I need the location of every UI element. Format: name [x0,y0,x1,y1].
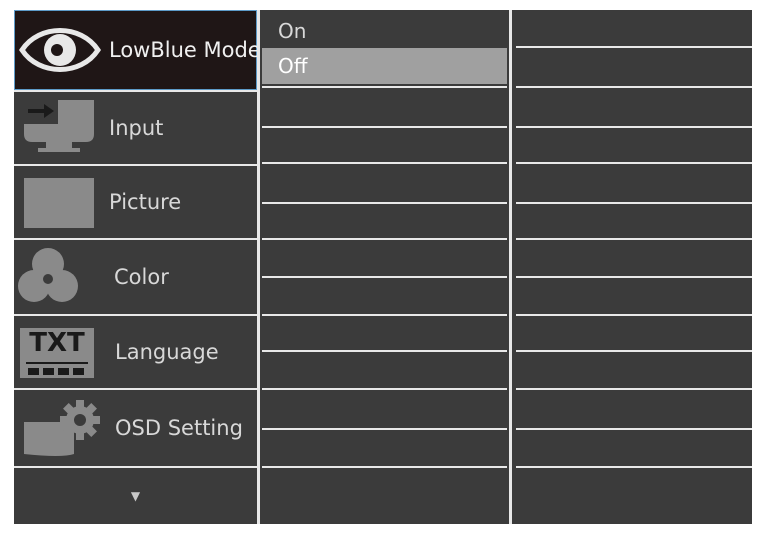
eye-icon [19,28,101,72]
language-icon: TXT [20,328,94,378]
chevron-down-icon: ▼ [130,489,141,503]
menu-item-input[interactable]: Input [14,92,257,164]
option-label: Off [278,54,308,78]
menu-item-lowblue-mode[interactable]: LowBlue Mode [14,10,261,90]
divider [516,202,752,204]
gear-icon [24,400,100,456]
menu-scroll-down[interactable]: ▼ [14,468,257,524]
option-on[interactable]: On [260,13,509,49]
divider [262,86,507,88]
divider [262,428,507,430]
divider [516,276,752,278]
divider [262,276,507,278]
divider [262,238,507,240]
menu-item-label: OSD Setting [115,416,243,440]
divider [516,428,752,430]
divider [262,350,507,352]
option-off[interactable]: Off [262,48,507,84]
menu-item-label: Picture [109,190,182,214]
divider [516,86,752,88]
divider [262,314,507,316]
language-icon-text: TXT [29,328,85,358]
menu-item-label: Input [109,116,164,140]
color-icon [18,248,78,302]
menu-item-picture[interactable]: Picture [14,166,257,238]
divider [516,162,752,164]
divider [262,162,507,164]
menu-item-language[interactable]: TXT Language [14,316,257,388]
menu-item-osd-setting[interactable]: OSD Setting [14,390,257,466]
divider [516,238,752,240]
divider [516,314,752,316]
menu-item-label: Color [114,265,169,289]
menu-item-label: Language [115,340,219,364]
divider [516,46,752,48]
value-column [512,10,752,524]
picture-icon [24,178,94,228]
divider [262,126,507,128]
option-label: On [278,19,307,43]
divider [516,466,752,468]
menu-item-label: LowBlue Mode [109,38,261,62]
divider [516,126,752,128]
divider [262,466,507,468]
divider [262,202,507,204]
divider [516,350,752,352]
menu-item-color[interactable]: Color [14,240,257,314]
divider [262,388,507,390]
main-menu: LowBlue Mode Input Picture Color TXT Lan… [14,10,261,524]
submenu: On Off [260,10,509,524]
osd-window: LowBlue Mode Input Picture Color TXT Lan… [14,10,752,524]
divider [516,388,752,390]
input-arrow-icon [24,100,94,152]
